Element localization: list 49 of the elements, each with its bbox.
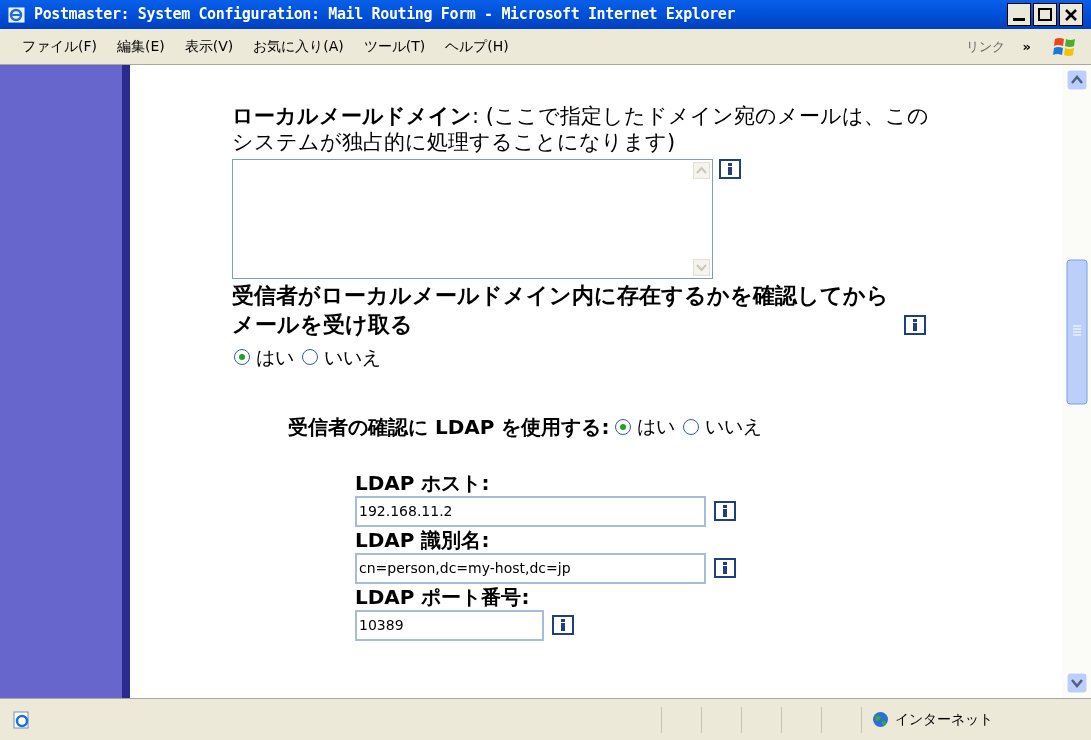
scroll-up-icon[interactable] <box>1065 69 1088 91</box>
field-label: LDAP 識別名: <box>355 526 491 553</box>
field-label: LDAP ホスト: <box>355 469 491 496</box>
radio-label[interactable]: いいえ <box>324 343 381 372</box>
scroll-bar[interactable] <box>1062 65 1091 698</box>
info-icon[interactable] <box>552 615 574 635</box>
menu-item[interactable]: 編集(E) <box>117 36 165 57</box>
scroll-thumb[interactable] <box>1065 259 1088 405</box>
minimize-icon <box>1013 18 1025 21</box>
text-area[interactable] <box>232 159 713 279</box>
menu-item[interactable]: ヘルプ(H) <box>445 36 509 57</box>
radio-label[interactable]: はい <box>256 343 294 372</box>
radio-label[interactable]: いいえ <box>705 412 763 441</box>
text-field[interactable]: 192.168.11.2 <box>355 495 706 527</box>
page-icon <box>12 709 32 730</box>
info-icon[interactable] <box>904 315 926 335</box>
radio-label[interactable]: はい <box>637 412 676 441</box>
radio-button[interactable] <box>302 349 318 366</box>
field-label: ローカルメールドメイン: (ここで指定したドメイン宛のメールは、このシステムが独占的に処理することになります) <box>232 103 930 155</box>
info-icon[interactable] <box>719 159 741 179</box>
question-label: 受信者の確認に LDAP を使用する: <box>288 413 610 441</box>
text-field[interactable]: cn=person,dc=my-host,dc=jp <box>355 552 706 584</box>
radio-button[interactable] <box>615 418 632 435</box>
maximize-button[interactable] <box>1033 3 1057 26</box>
scroll-down-icon[interactable] <box>1065 672 1088 694</box>
close-icon <box>1064 7 1078 22</box>
close-button[interactable] <box>1059 3 1083 26</box>
chevron[interactable]: » <box>1022 36 1031 57</box>
field-label: LDAP ポート番号: <box>355 583 531 610</box>
info-icon[interactable] <box>714 558 736 578</box>
menu-item[interactable]: お気に入り(A) <box>253 36 344 57</box>
windows-logo-icon <box>1053 35 1077 58</box>
menu-item[interactable]: ファイル(F) <box>22 36 97 57</box>
minimize-button[interactable] <box>1007 3 1031 26</box>
radio-button[interactable] <box>234 349 250 366</box>
scroll-up-icon <box>693 162 710 179</box>
radio-button[interactable] <box>683 418 700 435</box>
links-label[interactable]: リンク <box>965 36 1005 57</box>
maximize-icon <box>1038 8 1052 21</box>
menu-item[interactable]: 表示(V) <box>184 36 234 57</box>
menu-item[interactable]: ツール(T) <box>363 36 426 57</box>
question-label: 受信者がローカルメールドメイン内に存在するかを確認してからメールを受け取る <box>232 282 890 339</box>
info-icon[interactable] <box>714 501 736 521</box>
text-field[interactable]: 10389 <box>355 609 544 641</box>
browser-icon <box>8 5 26 24</box>
window-title: Postmaster: System Configuration: Mail Routing Form - Microsoft Internet Explorer <box>34 4 736 26</box>
globe-icon <box>872 711 889 728</box>
scroll-down-icon <box>693 259 710 276</box>
security-zone-label: インターネット <box>895 710 993 729</box>
